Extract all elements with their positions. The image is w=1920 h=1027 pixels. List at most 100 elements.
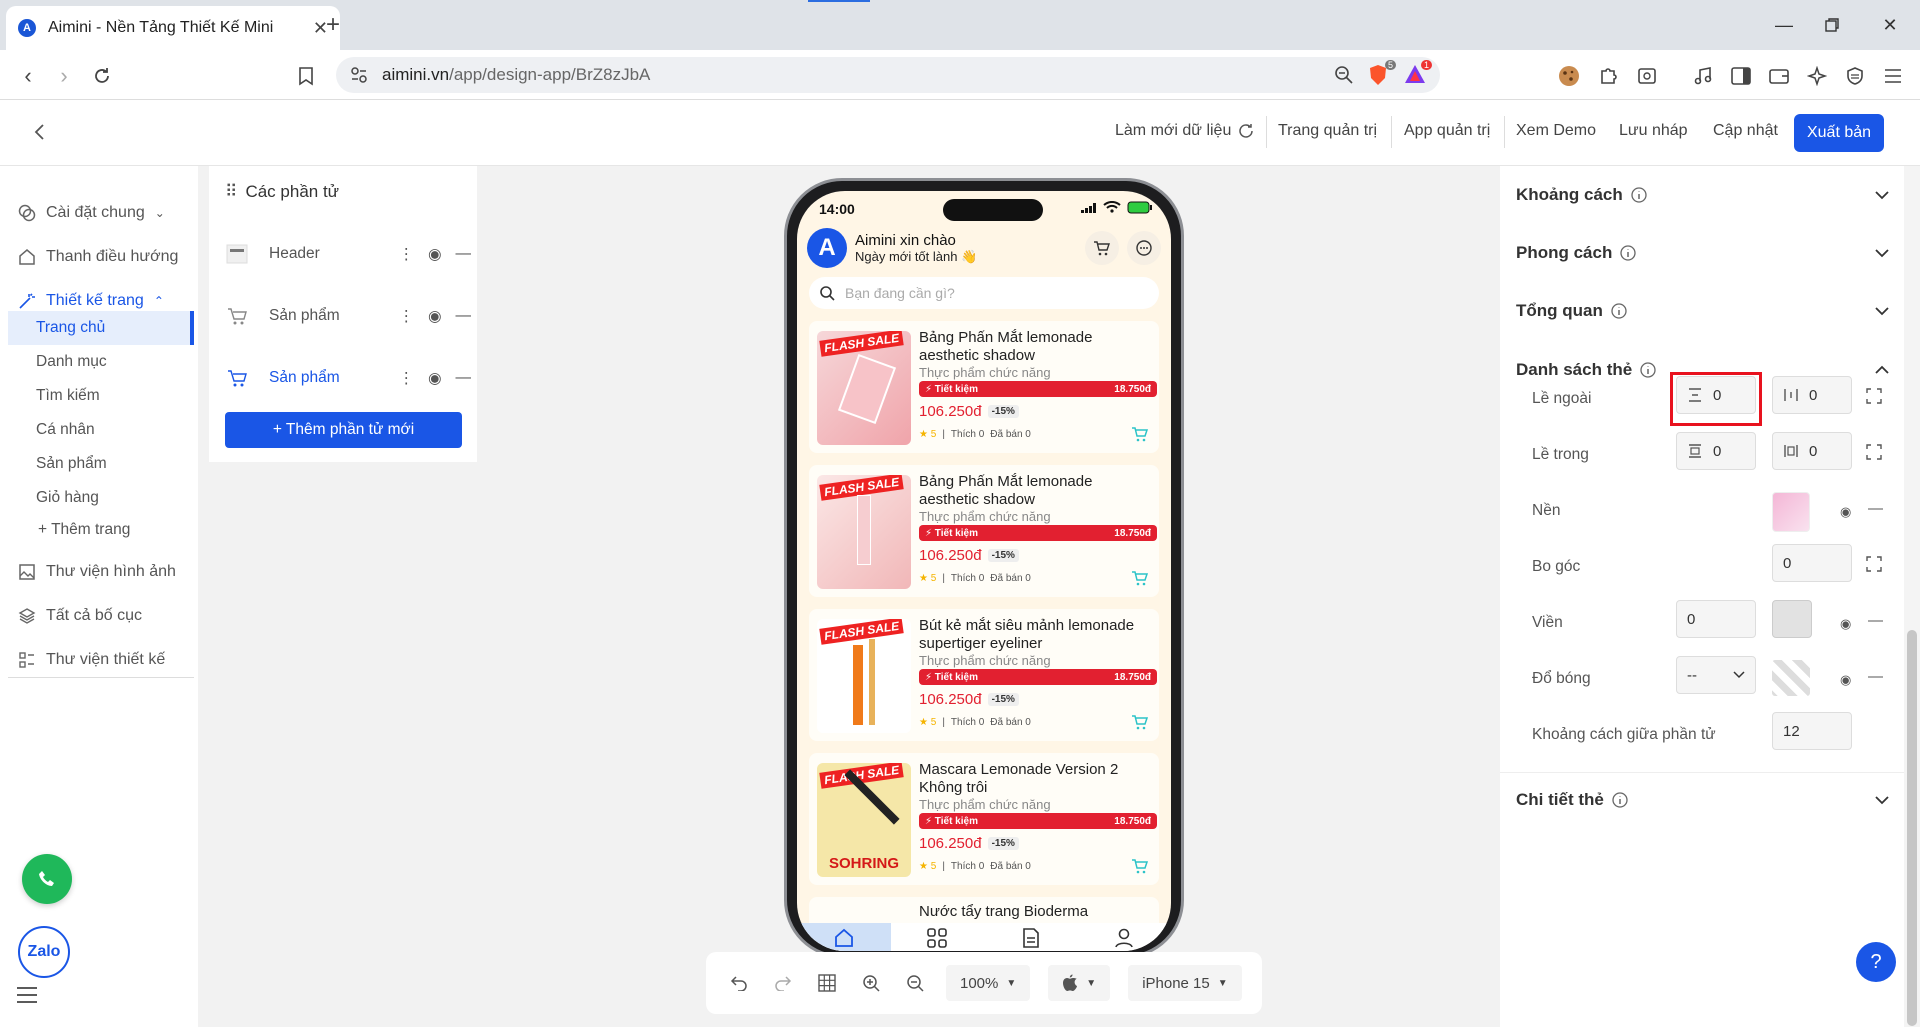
admin-page-link[interactable]: Trang quản trị (1278, 122, 1377, 140)
cookie-extension-icon[interactable] (1556, 64, 1582, 88)
phone-call-button[interactable] (22, 854, 72, 904)
nav-profile-icon[interactable] (1078, 923, 1172, 951)
section-overview[interactable]: Tổng quan (1516, 291, 1890, 331)
back-arrow-icon[interactable] (28, 120, 52, 144)
bookmark-icon[interactable] (292, 62, 320, 90)
radius-input[interactable]: 0 (1772, 544, 1852, 582)
info-icon[interactable] (1640, 362, 1656, 378)
phone-search-input[interactable]: Bạn đang cần gì? (809, 277, 1159, 309)
zoom-page-icon[interactable] (1334, 65, 1354, 85)
scrollbar-thumb[interactable] (1907, 630, 1917, 1026)
forward-icon[interactable]: › (50, 62, 78, 90)
eye-icon[interactable]: ◉ (1840, 672, 1851, 688)
eye-icon[interactable]: ◉ (1840, 616, 1851, 632)
info-icon[interactable] (1612, 792, 1628, 808)
maximize-icon[interactable] (1814, 10, 1850, 40)
padding-vertical-input[interactable]: 0 (1676, 432, 1756, 470)
undo-icon[interactable] (726, 970, 752, 996)
url-text[interactable]: aimini.vn/app/design-app/BrZ8zJbA (382, 65, 1320, 85)
grid-icon[interactable] (814, 970, 840, 996)
sidebar-item-image-library[interactable]: Thư viện hình ảnh (0, 552, 198, 592)
nav-category-icon[interactable] (891, 923, 985, 951)
vpn-shield-icon[interactable] (1842, 64, 1868, 88)
border-color-swatch[interactable] (1772, 600, 1812, 638)
remove-icon[interactable]: — (1868, 612, 1883, 629)
expand-icon[interactable] (1866, 388, 1882, 404)
expand-icon[interactable] (1866, 556, 1882, 572)
drag-handle-icon[interactable]: ⋮ (398, 307, 414, 326)
shadow-color-swatch[interactable] (1772, 660, 1810, 696)
add-page-button[interactable]: + Thêm trang (8, 513, 194, 547)
page-item-product[interactable]: Sản phẩm (8, 447, 194, 481)
refresh-data-button[interactable]: Làm mới dữ liệu (1115, 122, 1255, 140)
sidebar-toggle-icon[interactable] (1728, 64, 1754, 88)
remove-icon[interactable]: — (456, 369, 472, 387)
save-draft-link[interactable]: Lưu nháp (1619, 122, 1688, 140)
browser-menu-icon[interactable] (1880, 64, 1906, 88)
remove-icon[interactable]: — (1868, 668, 1883, 685)
add-to-cart-icon[interactable] (1131, 569, 1149, 587)
device-select[interactable]: iPhone 15 ▼ (1128, 965, 1242, 1001)
sidebar-item-design-library[interactable]: Thư viện thiết kế (0, 640, 198, 680)
section-style[interactable]: Phong cách (1516, 233, 1890, 273)
extensions-puzzle-icon[interactable] (1596, 64, 1622, 88)
border-width-input[interactable]: 0 (1676, 600, 1756, 638)
page-item-profile[interactable]: Cá nhân (8, 413, 194, 447)
add-to-cart-icon[interactable] (1131, 857, 1149, 875)
remove-icon[interactable]: — (1868, 500, 1883, 517)
remove-icon[interactable]: — (456, 245, 472, 263)
sidebar-item-general-settings[interactable]: Cài đặt chung ⌄ (0, 193, 198, 233)
element-row-product[interactable]: Sản phẩm ⋮ ◉ — (225, 296, 471, 336)
margin-horizontal-input[interactable]: 0 (1772, 376, 1852, 414)
expand-icon[interactable] (1866, 444, 1882, 460)
info-icon[interactable] (1620, 245, 1637, 261)
eye-icon[interactable]: ◉ (428, 245, 442, 264)
update-link[interactable]: Cập nhật (1713, 122, 1778, 140)
view-demo-link[interactable]: Xem Demo (1516, 122, 1596, 140)
sidebar-item-all-layouts[interactable]: Tất cả bố cục (0, 596, 198, 636)
eye-icon[interactable]: ◉ (1840, 504, 1851, 520)
page-item-category[interactable]: Danh mục (8, 345, 194, 379)
site-settings-icon[interactable] (350, 66, 368, 84)
zoom-select[interactable]: 100% ▼ (946, 965, 1031, 1001)
redo-icon[interactable] (770, 970, 796, 996)
help-button[interactable]: ? (1856, 942, 1896, 982)
add-element-button[interactable]: + Thêm phần tử mới (225, 412, 462, 448)
drag-handle-icon[interactable]: ⋮ (398, 369, 414, 388)
remove-icon[interactable]: — (456, 307, 472, 325)
leo-ai-icon[interactable] (1804, 64, 1830, 88)
brave-rewards-icon[interactable]: 1 (1404, 60, 1432, 86)
nav-news-icon[interactable] (984, 923, 1078, 951)
drag-handle-icon[interactable]: ⋮ (398, 245, 414, 264)
product-card[interactable]: FLASH SALE Bảng Phấn Mắt lemonade aesthe… (809, 465, 1159, 597)
zoom-in-icon[interactable] (858, 970, 884, 996)
app-admin-link[interactable]: App quản trị (1404, 122, 1490, 140)
phone-cart-button[interactable] (1085, 231, 1119, 265)
browser-tab[interactable]: A Aimini - Nền Tảng Thiết Kế Mini ✕ (6, 6, 340, 50)
add-to-cart-icon[interactable] (1131, 425, 1149, 443)
back-icon[interactable]: ‹ (14, 62, 42, 90)
add-to-cart-icon[interactable] (1131, 713, 1149, 731)
element-row-header[interactable]: Header ⋮ ◉ — (225, 234, 471, 274)
page-item-cart[interactable]: Giỏ hàng (8, 481, 194, 515)
reload-icon[interactable] (88, 62, 116, 90)
background-image-swatch[interactable] (1772, 492, 1810, 532)
section-spacing[interactable]: Khoảng cách (1516, 175, 1890, 215)
page-item-home[interactable]: Trang chủ (8, 311, 194, 345)
wallet-icon[interactable] (1766, 64, 1792, 88)
info-icon[interactable] (1631, 187, 1647, 203)
phone-chat-button[interactable] (1127, 231, 1161, 265)
page-item-search[interactable]: Tìm kiếm (8, 379, 194, 413)
product-card[interactable]: FLASH SALE Bảng Phấn Mắt lemonade aesthe… (809, 321, 1159, 453)
eye-icon[interactable]: ◉ (428, 307, 442, 326)
gap-input[interactable]: 12 (1772, 712, 1852, 750)
element-row-product-active[interactable]: Sản phẩm ⋮ ◉ — (225, 358, 471, 398)
product-card[interactable]: FLASH SALE SOHRING Mascara Lemonade Vers… (809, 753, 1159, 885)
section-card-detail[interactable]: Chi tiết thẻ (1516, 780, 1890, 820)
brave-shield-icon[interactable]: 5 (1368, 60, 1396, 86)
eye-icon[interactable]: ◉ (428, 369, 442, 388)
media-music-icon[interactable] (1690, 64, 1716, 88)
reader-mode-icon[interactable] (1634, 64, 1660, 88)
nav-home-icon[interactable] (797, 923, 891, 951)
shadow-select[interactable]: -- (1676, 656, 1756, 694)
